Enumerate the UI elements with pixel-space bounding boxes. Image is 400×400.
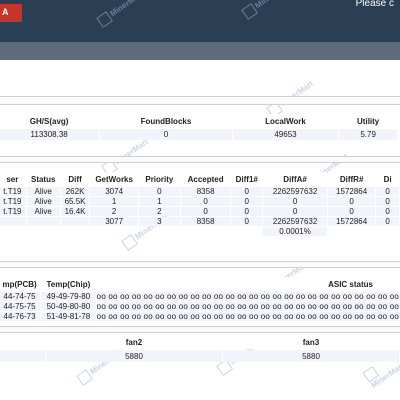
pool-cell: 3074 bbox=[90, 187, 138, 196]
fans-table: fan2 fan3 5880 5880 bbox=[0, 335, 400, 363]
pool-cell: 8358 bbox=[180, 187, 231, 196]
pool-cell: 0 bbox=[263, 207, 327, 216]
pool-cell: 2262597632 bbox=[263, 187, 327, 196]
asic-status: oo oo oo oo oo oo oo oo oo oo oo oo oo o… bbox=[96, 292, 399, 301]
chain-cell: 44-76-73 bbox=[0, 312, 41, 321]
chain-cell: 50-49-80-80 bbox=[41, 302, 96, 311]
pool-cell: 0 bbox=[376, 197, 399, 206]
asic-status: oo oo oo oo oo oo oo oo oo oo oo oo oo o… bbox=[96, 312, 399, 321]
pool-cell: 0 bbox=[180, 207, 231, 216]
pool-cell: 65.5K bbox=[60, 197, 90, 206]
pool-cell: t.T19 bbox=[0, 207, 26, 216]
pools-header: ser bbox=[0, 172, 26, 186]
chains-header: ASIC status bbox=[96, 277, 399, 291]
pool-cell: 1 bbox=[90, 197, 138, 206]
pool-cell: 262K bbox=[60, 187, 90, 196]
summary-value: 49653 bbox=[232, 129, 339, 140]
pool-cell: Alive bbox=[26, 197, 60, 206]
pool-cell: 0 bbox=[231, 187, 263, 196]
section-divider bbox=[0, 326, 400, 333]
pool-cell: 1 bbox=[138, 197, 180, 206]
summary-table: GH/S(avg) FoundBlocks LocalWork Utility … bbox=[0, 113, 398, 141]
pool-cell bbox=[26, 217, 60, 226]
pool-cell: 2 bbox=[138, 207, 180, 216]
pool-cell: t.T19 bbox=[0, 187, 26, 196]
summary-header: Utility bbox=[339, 114, 397, 128]
summary-value: 5.79 bbox=[339, 129, 397, 140]
pools-header: DiffA# bbox=[263, 172, 327, 186]
pool-cell: 0 bbox=[263, 197, 327, 206]
pool-cell: 3 bbox=[138, 217, 180, 226]
section-divider bbox=[0, 156, 400, 163]
pool-cell: 2 bbox=[90, 207, 138, 216]
pool-cell: 0 bbox=[231, 207, 263, 216]
pool-cell: 0 bbox=[327, 197, 376, 206]
section-divider bbox=[0, 96, 400, 105]
pool-cell: 8358 bbox=[180, 217, 231, 226]
summary-value: 113308.38 bbox=[0, 129, 100, 140]
logo-text: A bbox=[2, 7, 9, 17]
pool-cell: 0 bbox=[376, 217, 399, 226]
pool-cell: Alive bbox=[26, 187, 60, 196]
chains-table: mp(PCB) Temp(Chip) ASIC status 44-74-75 … bbox=[0, 276, 400, 322]
chain-cell: 44-74-75 bbox=[0, 292, 41, 301]
pool-cell-empty bbox=[328, 227, 399, 236]
pool-cell: t.T19 bbox=[0, 197, 26, 206]
fan-value bbox=[0, 350, 45, 362]
pool-cell: 1572864 bbox=[327, 217, 376, 226]
pools-header: DiffR# bbox=[327, 172, 376, 186]
pools-table: ser Status Diff GetWorks Priority Accept… bbox=[0, 171, 400, 237]
pools-header: Diff1# bbox=[231, 172, 263, 186]
fan-value: 5880 bbox=[46, 350, 222, 362]
asic-status: oo oo oo oo oo oo oo oo oo oo oo oo oo o… bbox=[96, 302, 399, 311]
pool-cell: 0 bbox=[231, 197, 263, 206]
logo: A bbox=[0, 4, 22, 22]
login-prompt[interactable]: Please c bbox=[356, 0, 394, 9]
pool-cell: 0 bbox=[180, 197, 231, 206]
chain-cell: 44-75-75 bbox=[0, 302, 41, 311]
summary-header: FoundBlocks bbox=[100, 114, 232, 128]
pools-header: Accepted bbox=[180, 172, 231, 186]
summary-value: 0 bbox=[100, 129, 232, 140]
chain-cell: 51-49-81-78 bbox=[41, 312, 96, 321]
pool-cell: Alive bbox=[26, 207, 60, 216]
chains-header: mp(PCB) bbox=[0, 277, 41, 291]
pools-header: Priority bbox=[138, 172, 180, 186]
pool-cell bbox=[60, 217, 90, 226]
fans-header bbox=[0, 336, 45, 349]
pools-header: Status bbox=[26, 172, 60, 186]
pool-cell: 1572864 bbox=[327, 187, 376, 196]
nav-bar bbox=[0, 42, 400, 60]
summary-header: LocalWork bbox=[232, 114, 339, 128]
top-header: A Please c bbox=[0, 0, 400, 42]
pool-cell: 0 bbox=[231, 217, 263, 226]
fan-value: 5880 bbox=[223, 350, 399, 362]
pool-cell: 0 bbox=[376, 207, 399, 216]
fans-header: fan3 bbox=[223, 336, 399, 349]
chains-header: Temp(Chip) bbox=[41, 277, 96, 291]
summary-header: GH/S(avg) bbox=[0, 114, 100, 128]
pools-header: GetWorks bbox=[90, 172, 138, 186]
chain-cell: 49-49-79-80 bbox=[41, 292, 96, 301]
pool-cell bbox=[0, 217, 26, 226]
pool-cell: 0 bbox=[138, 187, 180, 196]
pools-header: Di bbox=[376, 172, 399, 186]
fans-header: fan2 bbox=[46, 336, 222, 349]
pool-cell: 0 bbox=[327, 207, 376, 216]
pool-cell: 3077 bbox=[90, 217, 138, 226]
pools-header: Diff bbox=[60, 172, 90, 186]
pool-percentage: 0.0001% bbox=[263, 227, 327, 236]
pool-cell: 16.4K bbox=[60, 207, 90, 216]
pool-cell: 0 bbox=[376, 187, 399, 196]
section-divider bbox=[0, 261, 400, 268]
pool-cell: 2262597632 bbox=[263, 217, 327, 226]
pool-cell-empty bbox=[0, 227, 262, 236]
